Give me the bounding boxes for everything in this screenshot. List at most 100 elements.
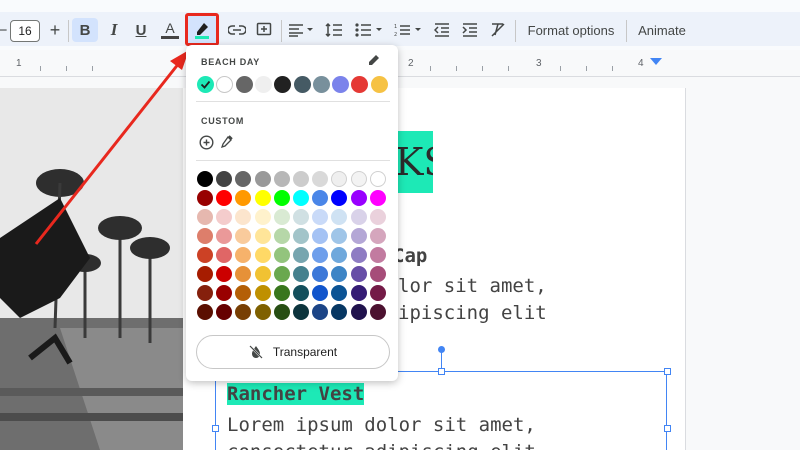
- increase-font-size-button[interactable]: +: [46, 18, 64, 42]
- color-swatch[interactable]: [254, 209, 271, 225]
- skateboarder-photo[interactable]: [0, 88, 183, 450]
- color-swatch[interactable]: [369, 266, 386, 282]
- color-swatch[interactable]: [312, 304, 329, 320]
- clear-formatting-button[interactable]: [488, 18, 508, 42]
- heading-1[interactable]: Cap: [393, 245, 427, 267]
- color-swatch[interactable]: [235, 304, 252, 320]
- text-color-button[interactable]: A: [158, 18, 182, 42]
- color-swatch[interactable]: [369, 171, 386, 187]
- color-swatch[interactable]: [197, 209, 213, 225]
- color-swatch[interactable]: [350, 247, 367, 263]
- color-swatch[interactable]: [216, 247, 233, 263]
- color-swatch[interactable]: [350, 209, 367, 225]
- color-swatch[interactable]: [216, 209, 233, 225]
- text-box-selection[interactable]: [215, 371, 667, 450]
- color-swatch[interactable]: [197, 228, 213, 244]
- color-swatch[interactable]: [293, 247, 309, 263]
- color-swatch[interactable]: [293, 304, 309, 320]
- color-swatch[interactable]: [235, 247, 252, 263]
- color-swatch[interactable]: [331, 304, 348, 320]
- line-spacing-button[interactable]: [324, 18, 344, 42]
- underline-button[interactable]: U: [131, 18, 151, 42]
- color-swatch[interactable]: [254, 171, 271, 187]
- ruler[interactable]: 1 2 3 4: [0, 55, 800, 77]
- increase-indent-button[interactable]: [460, 18, 480, 42]
- resize-handle-top[interactable]: [438, 368, 445, 375]
- color-swatch[interactable]: [293, 285, 309, 301]
- color-swatch[interactable]: [235, 228, 252, 244]
- color-swatch[interactable]: [273, 304, 290, 320]
- color-swatch[interactable]: [369, 304, 386, 320]
- color-swatch[interactable]: [273, 285, 290, 301]
- transparent-button[interactable]: Transparent: [196, 335, 390, 369]
- theme-swatch[interactable]: [332, 76, 350, 93]
- right-margin-marker[interactable]: [650, 58, 662, 65]
- theme-swatch-selected[interactable]: [197, 76, 214, 93]
- color-swatch[interactable]: [254, 266, 271, 282]
- numbered-list-dropdown[interactable]: 12: [394, 18, 424, 42]
- color-swatch[interactable]: [197, 285, 213, 301]
- color-swatch[interactable]: [216, 304, 233, 320]
- theme-swatch[interactable]: [312, 76, 330, 93]
- insert-link-button[interactable]: [227, 18, 247, 42]
- rotation-handle[interactable]: [438, 346, 445, 353]
- color-swatch[interactable]: [216, 190, 233, 206]
- color-swatch[interactable]: [369, 190, 386, 206]
- color-swatch[interactable]: [216, 285, 233, 301]
- font-size-input[interactable]: 16: [10, 20, 40, 42]
- color-swatch[interactable]: [331, 171, 348, 187]
- add-comment-button[interactable]: [254, 18, 274, 42]
- color-swatch[interactable]: [254, 247, 271, 263]
- color-swatch[interactable]: [235, 266, 252, 282]
- color-swatch[interactable]: [273, 171, 290, 187]
- color-swatch[interactable]: [369, 285, 386, 301]
- theme-swatch[interactable]: [274, 76, 292, 93]
- color-swatch[interactable]: [369, 247, 386, 263]
- highlight-color-button[interactable]: [185, 13, 219, 46]
- color-swatch[interactable]: [273, 190, 290, 206]
- color-swatch[interactable]: [350, 171, 367, 187]
- color-swatch[interactable]: [235, 209, 252, 225]
- color-swatch[interactable]: [312, 285, 329, 301]
- theme-swatch[interactable]: [216, 76, 234, 93]
- color-swatch[interactable]: [369, 209, 386, 225]
- color-swatch[interactable]: [312, 209, 329, 225]
- title-highlighted-text[interactable]: KS: [395, 131, 433, 193]
- decrease-indent-button[interactable]: [432, 18, 452, 42]
- color-swatch[interactable]: [331, 190, 348, 206]
- color-swatch[interactable]: [235, 190, 252, 206]
- color-swatch[interactable]: [312, 228, 329, 244]
- color-swatch[interactable]: [369, 228, 386, 244]
- color-swatch[interactable]: [293, 171, 309, 187]
- color-swatch[interactable]: [254, 228, 271, 244]
- color-swatch[interactable]: [235, 285, 252, 301]
- color-swatch[interactable]: [197, 171, 213, 187]
- animate-button[interactable]: Animate: [636, 18, 688, 42]
- body-1-line-1[interactable]: lor sit amet,: [398, 275, 547, 297]
- color-swatch[interactable]: [197, 190, 213, 206]
- italic-button[interactable]: I: [104, 18, 124, 42]
- color-swatch[interactable]: [312, 247, 329, 263]
- color-swatch[interactable]: [350, 304, 367, 320]
- color-swatch[interactable]: [331, 209, 348, 225]
- color-swatch[interactable]: [312, 266, 329, 282]
- color-swatch[interactable]: [293, 266, 309, 282]
- body-1-line-2[interactable]: ipiscing elit: [398, 302, 547, 324]
- resize-handle-left[interactable]: [212, 425, 219, 432]
- theme-swatch[interactable]: [254, 76, 272, 93]
- color-swatch[interactable]: [197, 304, 213, 320]
- color-swatch[interactable]: [350, 285, 367, 301]
- color-swatch[interactable]: [273, 266, 290, 282]
- format-options-button[interactable]: Format options: [525, 18, 617, 42]
- theme-swatch[interactable]: [370, 76, 388, 93]
- theme-swatch[interactable]: [351, 76, 369, 93]
- color-swatch[interactable]: [273, 209, 290, 225]
- add-custom-color-button[interactable]: [199, 135, 214, 150]
- color-swatch[interactable]: [312, 190, 329, 206]
- theme-swatch[interactable]: [293, 76, 311, 93]
- color-swatch[interactable]: [235, 171, 252, 187]
- theme-swatch[interactable]: [235, 76, 253, 93]
- color-swatch[interactable]: [216, 171, 233, 187]
- color-swatch[interactable]: [273, 228, 290, 244]
- color-swatch[interactable]: [254, 304, 271, 320]
